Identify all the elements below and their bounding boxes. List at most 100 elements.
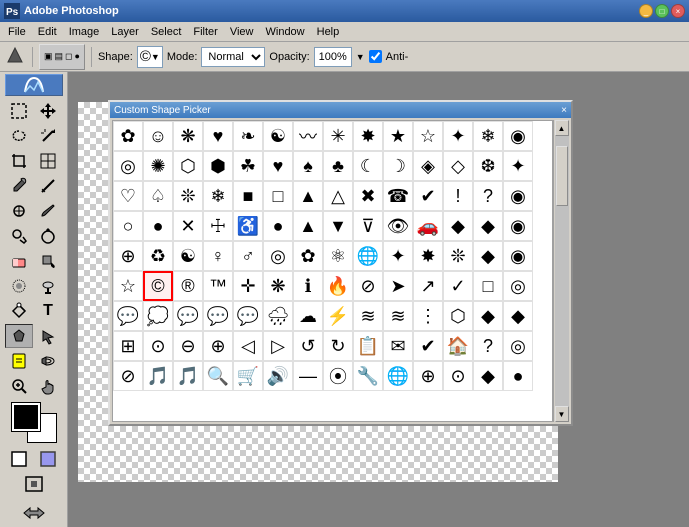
shape-cell-124[interactable]: ◆ [473,361,503,391]
shape-cell-52[interactable]: 🚗 [413,211,443,241]
shape-cell-90[interactable]: ☁ [293,301,323,331]
marquee-tool[interactable] [5,99,33,123]
screen-mode[interactable] [5,472,63,496]
minimize-button[interactable]: _ [639,4,653,18]
shape-cell-74[interactable]: ✛ [233,271,263,301]
shape-cell-103[interactable]: ▷ [263,331,293,361]
hand-tool[interactable] [34,374,62,398]
shape-cell-7[interactable]: ✳ [323,121,353,151]
shape-cell-117[interactable]: 🔊 [263,361,293,391]
fill-tool[interactable] [34,249,62,273]
shape-cell-121[interactable]: 🌐 [383,361,413,391]
mode-select[interactable]: Normal Multiply Screen [201,47,265,67]
shape-cell-4[interactable]: ❧ [233,121,263,151]
shape-cell-118[interactable]: — [293,361,323,391]
shape-cell-45[interactable]: ☩ [203,211,233,241]
shape-cell-75[interactable]: ❋ [263,271,293,301]
brush-tool[interactable] [34,199,62,223]
shape-cell-33[interactable]: □ [263,181,293,211]
scroll-up-button[interactable]: ▲ [555,120,569,136]
menu-item-layer[interactable]: Layer [105,24,145,40]
shape-cell-27[interactable]: ✦ [503,151,533,181]
shape-cell-100[interactable]: ⊖ [173,331,203,361]
anti-alias-checkbox[interactable] [369,50,382,63]
move-tool[interactable] [34,99,62,123]
shape-cell-96[interactable]: ◆ [473,301,503,331]
shape-cell-42[interactable]: ○ [113,211,143,241]
shape-cell-54[interactable]: ◆ [473,211,503,241]
shape-cell-105[interactable]: ↻ [323,331,353,361]
path-selection-tool[interactable] [34,324,62,348]
shape-cell-34[interactable]: ▲ [293,181,323,211]
shape-cell-8[interactable]: ✸ [353,121,383,151]
shape-cell-53[interactable]: ◆ [443,211,473,241]
shape-cell-122[interactable]: ⊕ [413,361,443,391]
shape-cell-102[interactable]: ◁ [233,331,263,361]
shape-cell-21[interactable]: ♣ [323,151,353,181]
shape-cell-0[interactable]: ✿ [113,121,143,151]
shape-cell-106[interactable]: 📋 [353,331,383,361]
menu-item-edit[interactable]: Edit [32,24,63,40]
shape-cell-98[interactable]: ⊞ [113,331,143,361]
shape-cell-6[interactable]: 〰 [293,121,323,151]
slice-tool[interactable] [34,149,62,173]
shape-cell-112[interactable]: ⊘ [113,361,143,391]
jump-button[interactable] [5,501,63,525]
eyedropper-tool[interactable] [5,174,33,198]
shape-cell-9[interactable]: ★ [383,121,413,151]
shape-cell-81[interactable]: ✓ [443,271,473,301]
shape-cell-3[interactable]: ♥ [203,121,233,151]
custom-shape-tool-icon[interactable] [4,44,26,69]
menu-item-window[interactable]: Window [260,24,311,40]
shape-cell-62[interactable]: ✿ [293,241,323,271]
notes-tool[interactable] [5,349,33,373]
shape-cell-35[interactable]: △ [323,181,353,211]
shapes-scrollbar[interactable]: ▲ ▼ [553,120,569,422]
shape-cell-82[interactable]: □ [473,271,503,301]
shape-cell-78[interactable]: ⊘ [353,271,383,301]
shape-cell-5[interactable]: ☯ [263,121,293,151]
shape-cell-108[interactable]: ✔ [413,331,443,361]
menu-item-select[interactable]: Select [145,24,188,40]
shape-selector[interactable]: © ▼ [137,46,163,68]
shape-cell-71[interactable]: © [143,271,173,301]
shape-cell-12[interactable]: ❄ [473,121,503,151]
shape-cell-86[interactable]: 💬 [173,301,203,331]
shape-cell-89[interactable]: 🌧 [263,301,293,331]
shape-cell-110[interactable]: ? [473,331,503,361]
shape-cell-18[interactable]: ☘ [233,151,263,181]
shape-cell-83[interactable]: ◎ [503,271,533,301]
shape-cell-11[interactable]: ✦ [443,121,473,151]
shape-cell-37[interactable]: ☎ [383,181,413,211]
shape-cell-72[interactable]: ® [173,271,203,301]
shape-cell-97[interactable]: ◆ [503,301,533,331]
jump-to-imageready[interactable] [5,501,63,525]
shape-cell-22[interactable]: ☾ [353,151,383,181]
shape-cell-16[interactable]: ⬡ [173,151,203,181]
shape-cell-67[interactable]: ❊ [443,241,473,271]
shape-cell-32[interactable]: ■ [233,181,263,211]
dodge-tool[interactable] [34,274,62,298]
shape-cell-95[interactable]: ⬡ [443,301,473,331]
shape-cell-44[interactable]: ✕ [173,211,203,241]
scroll-down-button[interactable]: ▼ [555,406,569,422]
lasso-tool[interactable] [5,124,33,148]
zoom-tool[interactable] [5,374,33,398]
shape-picker-close[interactable]: × [561,105,567,116]
audio-annotation-tool[interactable] [34,349,62,373]
menu-item-file[interactable]: File [2,24,32,40]
shape-cell-114[interactable]: 🎵 [173,361,203,391]
shape-cell-79[interactable]: ➤ [383,271,413,301]
shape-cell-115[interactable]: 🔍 [203,361,233,391]
maximize-button[interactable]: □ [655,4,669,18]
opacity-input[interactable] [314,47,352,67]
foreground-color[interactable] [12,403,40,431]
shape-cell-55[interactable]: ◉ [503,211,533,241]
shape-cell-61[interactable]: ◎ [263,241,293,271]
crop-tool[interactable] [5,149,33,173]
shape-cell-50[interactable]: ⊽ [353,211,383,241]
shape-cell-84[interactable]: 💬 [113,301,143,331]
measure-tool[interactable] [34,174,62,198]
menu-item-help[interactable]: Help [311,24,346,40]
history-brush-tool[interactable] [34,224,62,248]
